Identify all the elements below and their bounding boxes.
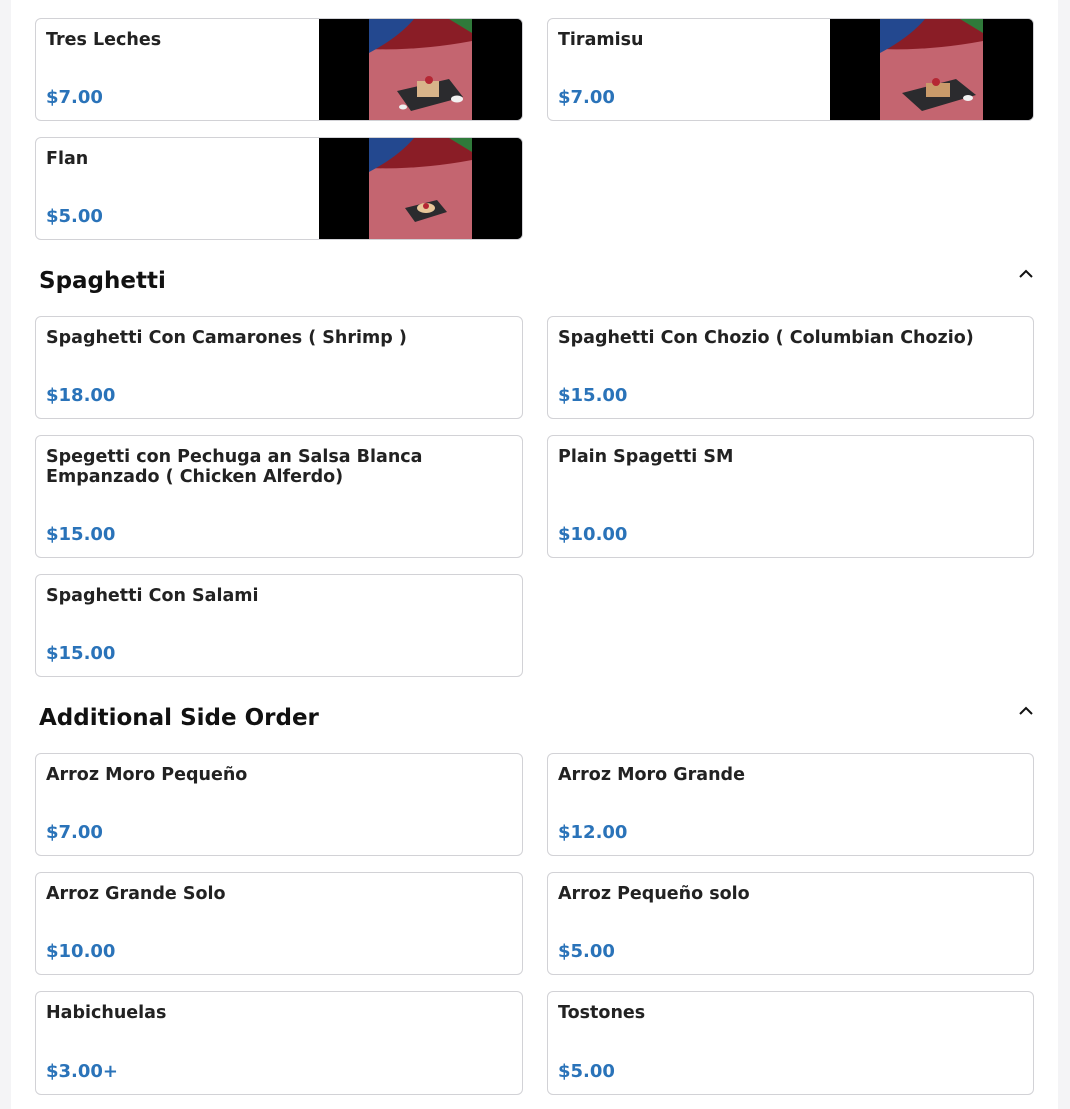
- menu-item-price: $10.00: [558, 524, 628, 545]
- menu-item-name: Tostones: [558, 1003, 646, 1023]
- menu-item-name: Arroz Pequeño solo: [558, 884, 750, 904]
- menu-item-price: $5.00: [558, 941, 615, 962]
- menu-item-name: Spaghetti Con Salami: [46, 586, 259, 606]
- menu-item-price: $5.00: [46, 206, 103, 227]
- menu-item-card[interactable]: Plain Spagetti SM $10.00: [547, 435, 1034, 558]
- section-title-additional-side-order: Additional Side Order: [39, 705, 319, 731]
- menu-item-price: $12.00: [558, 822, 628, 843]
- menu-item-photo: [319, 138, 522, 239]
- menu-item-price: $15.00: [46, 643, 116, 664]
- menu-item-photo: [830, 19, 1033, 120]
- menu-item-price: $15.00: [558, 385, 628, 406]
- chevron-up-icon[interactable]: [1014, 262, 1038, 286]
- menu-item-card[interactable]: Arroz Moro Pequeño $7.00: [35, 753, 523, 856]
- menu-item-price: $15.00: [46, 524, 116, 545]
- menu-item-card[interactable]: Spaghetti Con Camarones ( Shrimp ) $18.0…: [35, 316, 523, 419]
- menu-item-price: $5.00: [558, 1061, 615, 1082]
- menu-item-name: Spegetti con Pechuga an Salsa Blanca Emp…: [46, 447, 423, 487]
- section-title-spaghetti: Spaghetti: [39, 268, 166, 294]
- menu-item-name: Arroz Moro Pequeño: [46, 765, 248, 785]
- menu-item-card[interactable]: Spegetti con Pechuga an Salsa Blanca Emp…: [35, 435, 523, 558]
- menu-item-price: $3.00+: [46, 1061, 119, 1082]
- menu-item-price: $7.00: [46, 87, 103, 108]
- menu-item-card[interactable]: Tostones $5.00: [547, 991, 1034, 1095]
- menu-item-card[interactable]: Arroz Moro Grande $12.00: [547, 753, 1034, 856]
- menu-item-price: $10.00: [46, 941, 116, 962]
- menu-item-name: Arroz Moro Grande: [558, 765, 745, 785]
- menu-item-card[interactable]: Tres Leches $7.00: [35, 18, 523, 121]
- menu-item-card[interactable]: Habichuelas $3.00+: [35, 991, 523, 1095]
- menu-item-price: $18.00: [46, 385, 116, 406]
- menu-item-card[interactable]: Arroz Grande Solo $10.00: [35, 872, 523, 975]
- menu-item-card[interactable]: Spaghetti Con Salami $15.00: [35, 574, 523, 677]
- menu-item-card[interactable]: Flan $5.00: [35, 137, 523, 240]
- menu-item-card[interactable]: Spaghetti Con Chozio ( Columbian Chozio)…: [547, 316, 1034, 419]
- menu-item-name: Spaghetti Con Camarones ( Shrimp ): [46, 328, 407, 348]
- menu-item-name: Plain Spagetti SM: [558, 447, 734, 467]
- menu-content: Tres Leches $7.00 Tiramisu $7.00 Flan $5…: [11, 0, 1058, 1109]
- menu-item-price: $7.00: [46, 822, 103, 843]
- menu-item-card[interactable]: Arroz Pequeño solo $5.00: [547, 872, 1034, 975]
- menu-item-card[interactable]: Tiramisu $7.00: [547, 18, 1034, 121]
- menu-item-name: Arroz Grande Solo: [46, 884, 226, 904]
- menu-item-name: Spaghetti Con Chozio ( Columbian Chozio): [558, 328, 974, 348]
- menu-item-price: $7.00: [558, 87, 615, 108]
- menu-item-name: Habichuelas: [46, 1003, 167, 1023]
- chevron-up-icon[interactable]: [1014, 699, 1038, 723]
- menu-page: Tres Leches $7.00 Tiramisu $7.00 Flan $5…: [0, 0, 1070, 1109]
- menu-item-photo: [319, 19, 522, 120]
